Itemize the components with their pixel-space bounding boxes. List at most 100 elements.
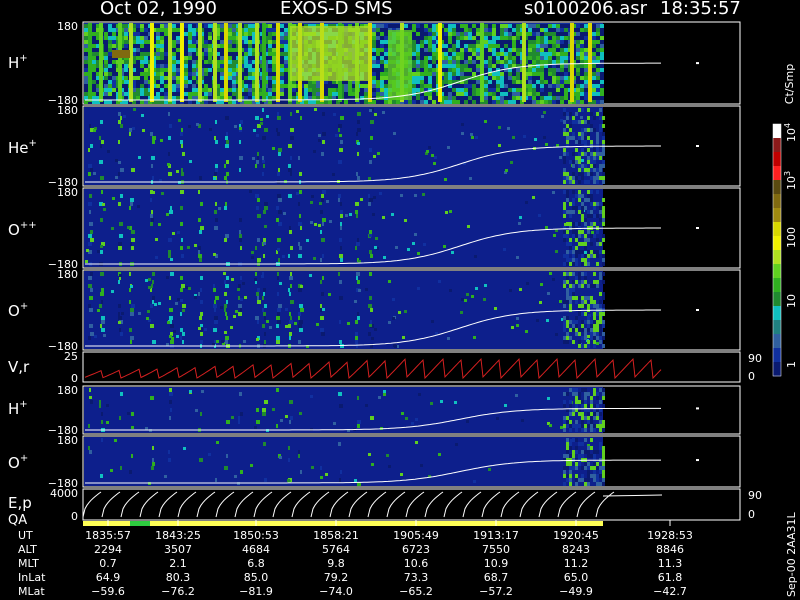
- cell-mlt-0: 0.7: [99, 557, 117, 570]
- spectrogram-panel-3: [84, 271, 605, 349]
- cell-inlat-0: 64.9: [96, 571, 121, 584]
- spectrogram-panel-0: [84, 23, 604, 104]
- cell-mlt-3: 9.8: [327, 557, 345, 570]
- colorbar-step-7: [773, 222, 781, 237]
- trace-mark-6: [696, 459, 699, 462]
- cell-alt-3: 5764: [322, 543, 350, 556]
- colorbar-step-2: [773, 152, 781, 167]
- colorbar-step-14: [773, 320, 781, 335]
- colorbar-step-6: [773, 208, 781, 223]
- cell-ut-4: 1905:49: [393, 529, 439, 542]
- qa-flag: [130, 521, 150, 526]
- row-label-ut: UT: [18, 529, 33, 542]
- trace-mark-0: [696, 62, 699, 65]
- colorbar-step-3: [773, 166, 781, 181]
- cell-mlat-7: −42.7: [653, 585, 687, 598]
- cell-mlat-4: −65.2: [399, 585, 433, 598]
- colorbar-label-3: 10: [785, 294, 798, 308]
- cell-inlat-3: 79.2: [324, 571, 349, 584]
- y-top-label-5: 180: [57, 384, 78, 397]
- colorbar-step-4: [773, 180, 781, 195]
- spectrogram-panel-2: [84, 189, 605, 267]
- header-title: EXOS-D SMS: [280, 0, 393, 19]
- y-top-label-7: 4000: [50, 487, 78, 500]
- colorbar-step-15: [773, 334, 781, 349]
- qa-label: QA: [8, 513, 27, 528]
- cell-mlt-7: 11.3: [658, 557, 683, 570]
- panel-label-3: O+: [8, 301, 28, 320]
- colorbar-step-8: [773, 236, 781, 251]
- colorbar-step-9: [773, 250, 781, 265]
- cell-alt-1: 3507: [164, 543, 192, 556]
- colorbar: [772, 123, 782, 377]
- cell-ut-6: 1920:45: [553, 529, 599, 542]
- colorbar-label-2: 100: [785, 227, 798, 248]
- cell-alt-0: 2294: [94, 543, 122, 556]
- right-top-label-7: 90: [748, 489, 762, 502]
- header-time: 18:35:57: [660, 0, 741, 19]
- colorbar-step-16: [773, 348, 781, 363]
- cell-alt-5: 7550: [482, 543, 510, 556]
- cell-mlt-2: 6.8: [247, 557, 265, 570]
- cell-inlat-7: 61.8: [658, 571, 683, 584]
- row-label-inlat: InLat: [18, 571, 46, 584]
- panel-label-1: He+: [8, 138, 37, 157]
- right-top-label-4: 90: [748, 352, 762, 365]
- qa-bar: [83, 521, 603, 526]
- y-bottom-label-7: 0: [71, 510, 78, 523]
- y-top-label-4: 25: [64, 350, 78, 363]
- footer-stamp: Sep-00 2AA31L: [785, 511, 798, 597]
- cell-mlat-1: −76.2: [161, 585, 195, 598]
- header-file: s0100206.asr: [524, 0, 648, 19]
- trace-mark-1: [696, 145, 699, 148]
- cell-alt-2: 4684: [242, 543, 270, 556]
- panel-frame-4: [82, 351, 741, 383]
- panel-label-4: V,r: [8, 358, 30, 376]
- cell-inlat-2: 85.0: [244, 571, 269, 584]
- right-bottom-label-7: 0: [748, 508, 755, 521]
- colorbar-step-11: [773, 278, 781, 293]
- cell-mlt-6: 11.2: [564, 557, 589, 570]
- row-label-mlat: MLat: [18, 585, 45, 598]
- y-top-label-6: 180: [57, 434, 78, 447]
- panel-label-5: H+: [8, 399, 28, 418]
- colorbar-step-1: [773, 138, 781, 153]
- cell-alt-7: 8846: [656, 543, 684, 556]
- cell-mlt-5: 10.9: [484, 557, 509, 570]
- cell-inlat-5: 68.7: [484, 571, 509, 584]
- colorbar-step-5: [773, 194, 781, 209]
- row-label-mlt: MLT: [18, 557, 39, 570]
- trace-mark-3: [696, 309, 699, 312]
- cell-mlt-4: 10.6: [404, 557, 429, 570]
- y-top-label-2: 180: [57, 186, 78, 199]
- panel-frame-7: [82, 488, 741, 521]
- cell-mlat-3: −74.0: [319, 585, 353, 598]
- colorbar-step-17: [773, 362, 781, 377]
- panel-label-7: E,p: [8, 494, 32, 512]
- spectrogram-panel-1: [84, 107, 605, 185]
- colorbar-label-1: 103: [783, 171, 798, 190]
- cell-ut-5: 1913:17: [473, 529, 519, 542]
- cell-alt-6: 8243: [562, 543, 590, 556]
- energy-trace: [82, 491, 663, 518]
- panel-label-2: O++: [8, 220, 37, 239]
- colorbar-step-0: [773, 124, 781, 139]
- trace-mark-2: [696, 227, 699, 230]
- right-bottom-label-4: 0: [748, 370, 755, 383]
- cell-mlat-5: −57.2: [479, 585, 513, 598]
- panel-label-0: H+: [8, 53, 28, 72]
- y-top-label-1: 180: [57, 104, 78, 117]
- panel-label-6: O+: [8, 453, 28, 472]
- row-label-alt: ALT: [18, 543, 37, 556]
- cell-inlat-6: 65.0: [564, 571, 589, 584]
- colorbar-label-0: 104: [783, 123, 798, 142]
- colorbar-label-4: 1: [785, 361, 798, 368]
- header-date: Oct 02, 1990: [100, 0, 217, 19]
- cell-ut-7: 1928:53: [647, 529, 693, 542]
- spectrogram-figure: H+180−180He+180−180O++180−180O+180−180V,…: [8, 20, 798, 598]
- trace-mark-5: [696, 407, 699, 410]
- cell-ut-2: 1850:53: [233, 529, 279, 542]
- colorbar-step-13: [773, 306, 781, 321]
- cell-ut-1: 1843:25: [155, 529, 201, 542]
- cell-mlat-0: −59.6: [91, 585, 125, 598]
